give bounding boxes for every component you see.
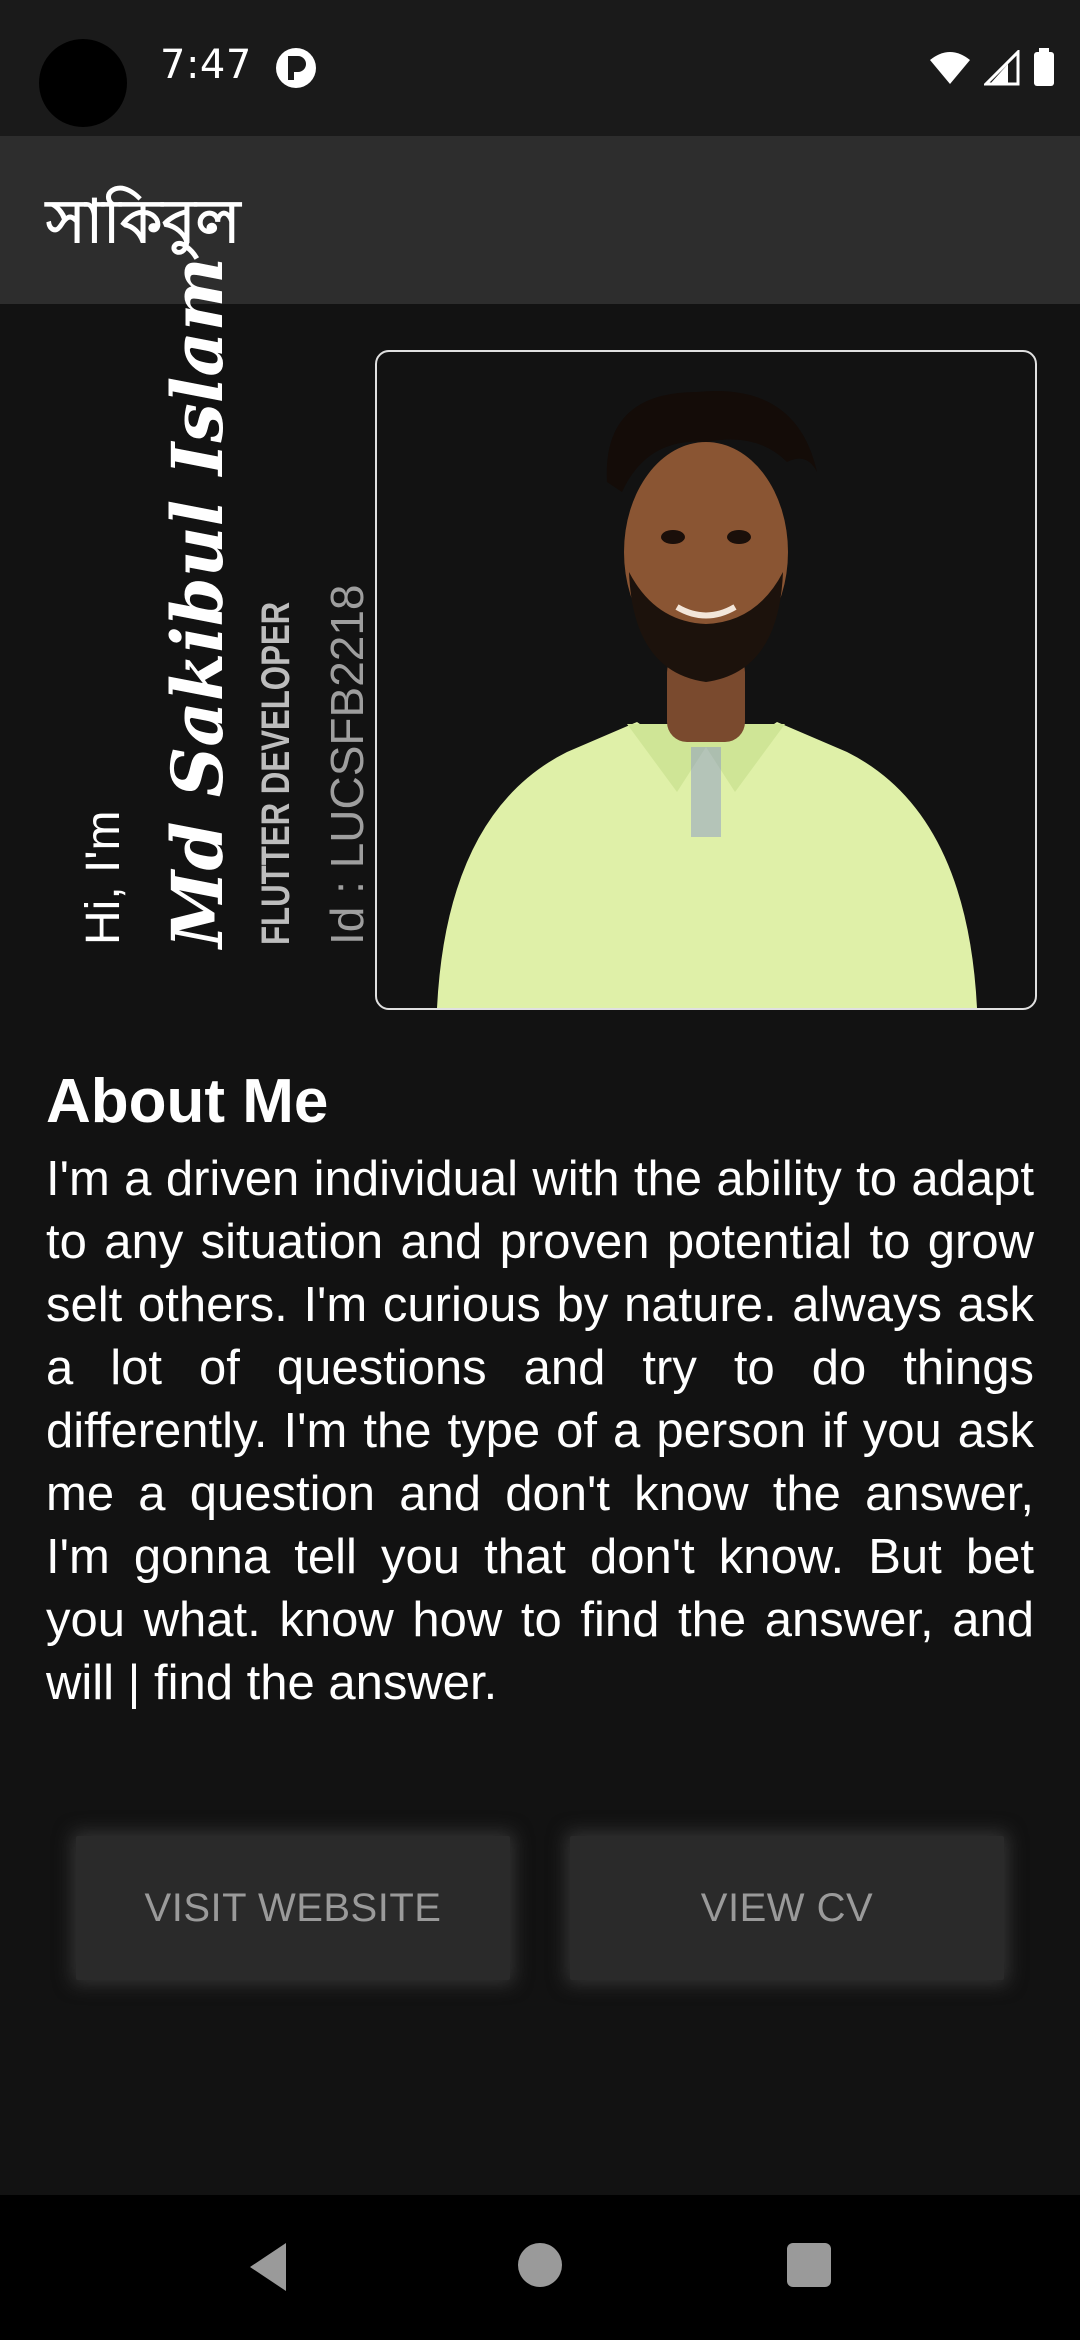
wifi-icon xyxy=(930,52,970,84)
battery-icon xyxy=(1034,48,1054,86)
user-id-text: Id : LUCSFB2218 xyxy=(321,584,373,945)
navigation-bar xyxy=(0,2195,1080,2340)
developer-name: Md Sakibul Islam xyxy=(156,257,239,948)
recents-icon[interactable] xyxy=(787,2243,831,2287)
back-icon[interactable] xyxy=(246,2241,290,2293)
role-text: FLUTTER DEVELOPER xyxy=(254,601,298,945)
greeting-text: Hi, I'm xyxy=(77,810,130,945)
person-illustration xyxy=(437,391,977,1008)
home-icon[interactable] xyxy=(518,2243,562,2287)
profile-photo xyxy=(375,350,1037,1010)
status-icons xyxy=(928,46,1056,90)
about-body: I'm a driven individual with the ability… xyxy=(46,1152,1034,1710)
visit-website-button[interactable]: VISIT WEBSITE xyxy=(76,1836,510,1980)
circle-p-icon xyxy=(276,48,316,88)
view-cv-button[interactable]: VIEW CV xyxy=(570,1836,1004,1980)
signal-icon xyxy=(984,50,1020,86)
status-bar: 7:47 xyxy=(0,0,1080,136)
camera-cutout xyxy=(39,39,127,127)
about-title: About Me xyxy=(46,1067,329,1136)
status-time: 7:47 xyxy=(160,42,252,88)
